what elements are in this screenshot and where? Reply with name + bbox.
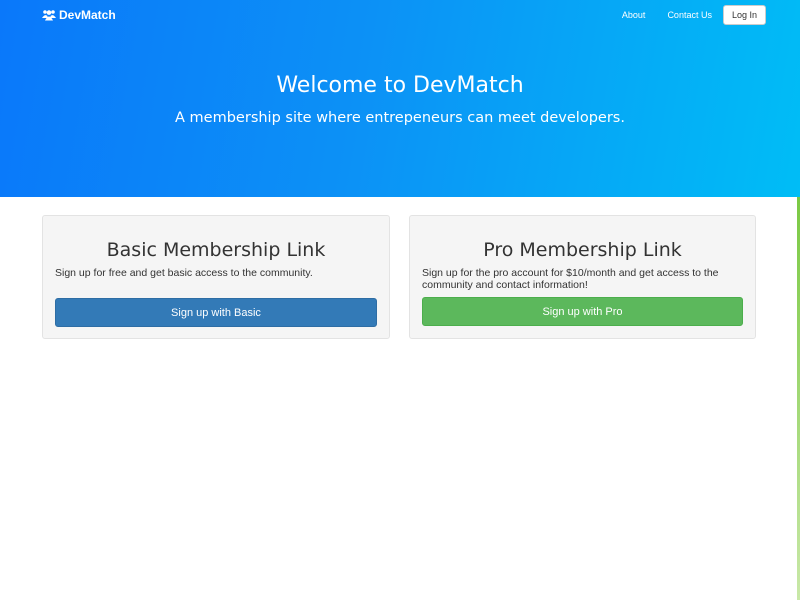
hero-title: Welcome to DevMatch bbox=[276, 73, 524, 98]
pro-card-description: Sign up for the pro account for $10/mont… bbox=[422, 267, 719, 291]
nav-links: About Contact Us Log In bbox=[622, 5, 766, 25]
pro-card-title: Pro Membership Link bbox=[483, 239, 682, 261]
basic-card-title: Basic Membership Link bbox=[106, 239, 326, 261]
navbar: DevMatch About Contact Us Log In bbox=[0, 0, 800, 30]
brand-link[interactable]: DevMatch bbox=[42, 8, 116, 22]
basic-membership-card: Basic Membership Link Sign up for free a… bbox=[42, 215, 390, 339]
basic-card-description: Sign up for free and get basic access to… bbox=[55, 267, 313, 279]
nav-link-contact[interactable]: Contact Us bbox=[667, 10, 712, 20]
hero-subtitle: A membership site where entrepeneurs can… bbox=[175, 110, 625, 126]
pro-membership-card: Pro Membership Link Sign up for the pro … bbox=[409, 215, 756, 339]
hero-banner: DevMatch About Contact Us Log In Welcome… bbox=[0, 0, 800, 197]
users-icon bbox=[42, 10, 56, 21]
signup-pro-button[interactable]: Sign up with Pro bbox=[422, 297, 743, 326]
signup-basic-button[interactable]: Sign up with Basic bbox=[55, 298, 377, 327]
brand-name: DevMatch bbox=[59, 8, 116, 22]
nav-link-about[interactable]: About bbox=[622, 10, 646, 20]
login-button[interactable]: Log In bbox=[722, 5, 766, 25]
